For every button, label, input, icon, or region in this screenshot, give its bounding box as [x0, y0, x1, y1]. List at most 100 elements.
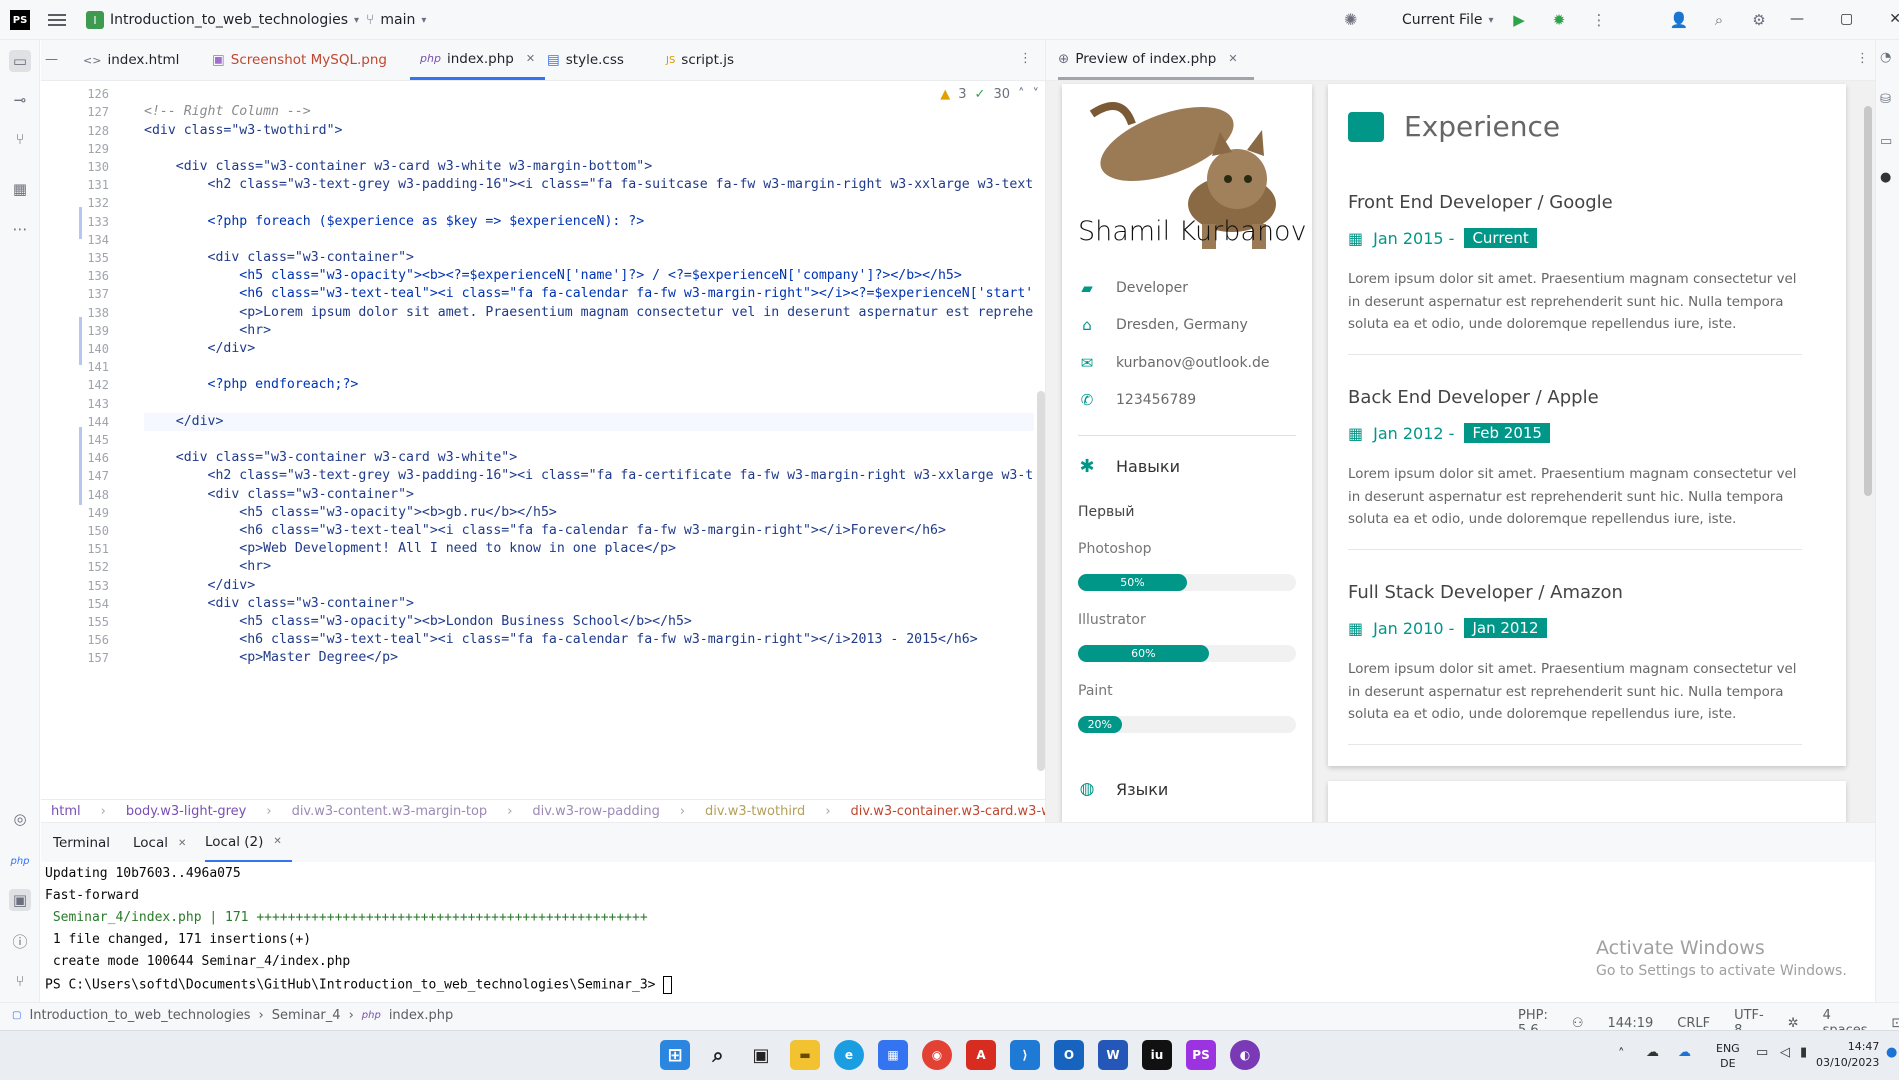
outlook-icon[interactable]: O [1054, 1040, 1084, 1070]
structure-icon[interactable]: ▦ [9, 178, 31, 200]
inspection-widget[interactable]: ▲ 3 ✓ 30 ˄ ˅ [940, 87, 1039, 102]
onedrive-icon[interactable]: ☁ [1678, 1045, 1691, 1060]
chrome-icon[interactable]: ◉ [922, 1040, 952, 1070]
close-tab-icon[interactable]: ✕ [273, 836, 281, 847]
terminal-output[interactable]: Updating 10b7603..496a075 Fast-forward S… [41, 862, 1875, 1002]
experience-heading: Experience [1348, 110, 1560, 143]
tab-preview[interactable]: ⊕ Preview of index.php ✕ [1058, 40, 1254, 80]
edge-icon[interactable]: e [834, 1040, 864, 1070]
branch-switcher[interactable]: ⑂ main ▾ [366, 8, 426, 32]
path-item[interactable]: Seminar_4 [272, 1008, 341, 1023]
tab-index-php[interactable]: php index.php ✕ [410, 40, 546, 80]
database-icon[interactable]: ⛁ [1880, 92, 1891, 107]
code-line: <p>Web Development! All I need to know i… [144, 541, 676, 557]
acrobat-icon[interactable]: A [966, 1040, 996, 1070]
add-user-icon[interactable]: 👤 [1670, 11, 1689, 29]
minimize-icon[interactable]: — [1790, 11, 1804, 27]
phone-icon: ✆ [1080, 391, 1094, 409]
close-icon[interactable]: ✕ [1889, 11, 1899, 27]
debug-icon[interactable]: ✹ [1550, 11, 1568, 29]
windows-start-icon[interactable]: ⊞ [660, 1040, 690, 1070]
run-icon[interactable]: ▶ [1510, 11, 1528, 29]
github-desktop-icon[interactable]: ◐ [1230, 1040, 1260, 1070]
path-item[interactable]: index.php [389, 1008, 453, 1023]
tabs-more-icon[interactable]: ⋮ [1019, 51, 1032, 66]
interpreter-icon[interactable]: ⚇ [1572, 1016, 1584, 1031]
problems-icon[interactable]: ⓘ [9, 930, 31, 952]
folder-icon[interactable]: ▭ [9, 50, 31, 72]
tray-chevron-icon[interactable]: ˄ [1618, 1047, 1625, 1062]
cloud-icon[interactable]: ☁ [1646, 1045, 1659, 1060]
breadcrumb-item[interactable]: body.w3-light-grey [126, 804, 247, 819]
tab-local-2[interactable]: Local (2) ✕ [205, 823, 292, 863]
preview-more-icon[interactable]: ⋮ [1856, 51, 1869, 66]
copilot-icon[interactable]: ● [1880, 170, 1891, 185]
vscode-icon[interactable]: ⟩ [1010, 1040, 1040, 1070]
project-switcher[interactable]: I Introduction_to_web_technologies ▾ [86, 8, 359, 32]
chevron-down-icon: ▾ [1488, 14, 1494, 26]
tab-local[interactable]: Local ✕ [133, 823, 186, 863]
chevron-down-icon[interactable]: ˅ [1033, 87, 1040, 102]
maximize-icon[interactable]: ▢ [1840, 11, 1853, 27]
chevron-up-icon[interactable]: ˄ [1018, 87, 1025, 102]
breadcrumb-item[interactable]: html [51, 804, 81, 819]
services-icon[interactable]: ◎ [9, 808, 31, 830]
git-icon[interactable]: ⑂ [9, 970, 31, 992]
ide-window: PS I Introduction_to_web_technologies ▾ … [0, 0, 1899, 1080]
breadcrumb-item[interactable]: div.w3-twothird [705, 804, 805, 819]
line-separator[interactable]: CRLF [1677, 1016, 1710, 1031]
pull-request-icon[interactable]: ⑂ [9, 128, 31, 150]
close-tab-icon[interactable]: ✕ [178, 838, 186, 849]
language-indicator[interactable]: ENG DE [1716, 1041, 1740, 1071]
battery-icon[interactable]: ▮ [1800, 1045, 1807, 1060]
breadcrumb-item[interactable]: div.w3-row-padding [532, 804, 659, 819]
notifications-icon[interactable]: ◔ [1880, 50, 1891, 65]
tab-index-html[interactable]: <> index.html [83, 40, 179, 80]
code-editor[interactable]: 125 126 127 128 129 130 131 132 133 134 135 136 137 1… [41, 81, 1045, 799]
code-line: <?php foreach ($experience as $key => $e… [144, 213, 645, 229]
code-line: <!-- Right Column --> [144, 104, 311, 120]
tab-screenshot-png[interactable]: ▣ Screenshot MySQL.png [212, 40, 387, 80]
run-config-selector[interactable]: Current File ▾ [1402, 8, 1494, 32]
more-icon[interactable]: ⋮ [1590, 11, 1608, 29]
search-icon[interactable]: ⌕ [1710, 11, 1728, 29]
volume-icon[interactable]: ◁ [1780, 1045, 1790, 1060]
tab-script-js[interactable]: JS script.js [666, 40, 734, 80]
commit-icon[interactable]: ⊸ [9, 89, 31, 111]
skill-bar: 60% [1078, 645, 1296, 662]
breadcrumb-item[interactable]: div.w3-container.w3-card.w3-white.w3-ma [851, 804, 1045, 819]
profile-photo: Shamil Kurbanov [1062, 84, 1312, 264]
editor-scrollbar[interactable] [1037, 391, 1045, 771]
collapse-icon[interactable]: — [45, 52, 58, 67]
preview-scrollbar[interactable] [1864, 106, 1872, 496]
gear-icon[interactable]: ⚙ [1750, 11, 1768, 29]
editorconfig-icon[interactable]: ✲ [1788, 1016, 1799, 1031]
clock[interactable]: 14:47 03/10/2023 [1816, 1039, 1879, 1071]
phpstorm-icon[interactable]: PS [1186, 1040, 1216, 1070]
notification-icon[interactable]: ● [1886, 1045, 1897, 1060]
caret-position[interactable]: 144:19 [1608, 1016, 1654, 1031]
code-line: <hr> [144, 559, 272, 575]
task-view-icon[interactable]: ▣ [746, 1040, 776, 1070]
debug-off-icon[interactable]: ✺ [1344, 10, 1357, 29]
file-explorer-icon[interactable]: ▬ [790, 1040, 820, 1070]
search-icon[interactable]: ⌕ [703, 1040, 733, 1070]
tab-style-css[interactable]: ▤ style.css [547, 40, 624, 80]
php-icon[interactable]: php [9, 850, 31, 872]
terminal-icon[interactable]: ▣ [9, 889, 31, 911]
terminal-prompt[interactable]: PS C:\Users\softd\Documents\GitHub\Intro… [45, 976, 673, 994]
store-icon[interactable]: ▦ [878, 1040, 908, 1070]
preview-tabs: ⊕ Preview of index.php ✕ ⋮ [1045, 40, 1875, 81]
close-tab-icon[interactable]: ✕ [526, 52, 535, 65]
main-menu-icon[interactable] [48, 11, 66, 29]
skills-heading: ✱ Навыки [1078, 456, 1180, 477]
breadcrumb-item[interactable]: div.w3-content.w3-margin-top [292, 804, 488, 819]
remote-host-icon[interactable]: ▭ [1880, 134, 1892, 149]
word-icon[interactable]: W [1098, 1040, 1128, 1070]
lock-icon[interactable]: ⊡ [1892, 1016, 1899, 1031]
intellij-icon[interactable]: iu [1142, 1040, 1172, 1070]
path-item[interactable]: Introduction_to_web_technologies [29, 1008, 250, 1023]
more-tools-icon[interactable]: ⋯ [9, 218, 31, 240]
network-icon[interactable]: ▭ [1756, 1045, 1768, 1060]
close-tab-icon[interactable]: ✕ [1228, 52, 1237, 65]
